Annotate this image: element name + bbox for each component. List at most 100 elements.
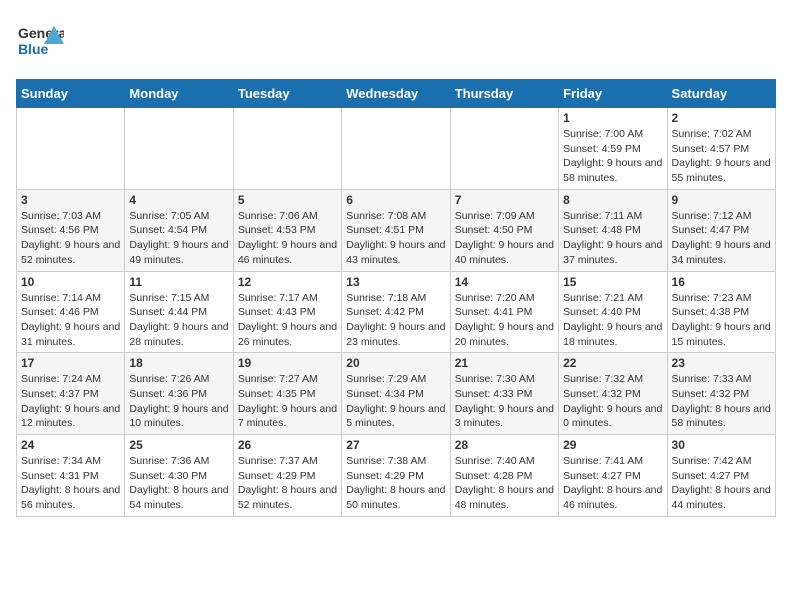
day-info: Sunrise: 7:29 AMSunset: 4:34 PMDaylight:… [346, 372, 445, 431]
day-number: 25 [129, 438, 228, 452]
svg-text:Blue: Blue [18, 41, 49, 57]
day-info: Sunrise: 7:41 AMSunset: 4:27 PMDaylight:… [563, 454, 662, 513]
calendar-cell [342, 108, 450, 190]
day-number: 21 [455, 356, 554, 370]
day-info: Sunrise: 7:03 AMSunset: 4:56 PMDaylight:… [21, 209, 120, 268]
calendar-cell: 22Sunrise: 7:32 AMSunset: 4:32 PMDayligh… [559, 353, 667, 435]
day-info: Sunrise: 7:17 AMSunset: 4:43 PMDaylight:… [238, 291, 337, 350]
calendar-cell: 16Sunrise: 7:23 AMSunset: 4:38 PMDayligh… [667, 271, 775, 353]
calendar-cell: 6 Sunrise: 7:08 AMSunset: 4:51 PMDaylight… [342, 189, 450, 271]
calendar-cell [17, 108, 125, 190]
day-info: Sunrise: 7:20 AMSunset: 4:41 PMDaylight:… [455, 291, 554, 350]
day-number: 6 [346, 193, 445, 207]
calendar-cell: 28 Sunrise: 7:40 AMSunset: 4:28 PMDayligh… [450, 435, 558, 517]
day-info: Sunrise: 7:18 AMSunset: 4:42 PMDaylight:… [346, 291, 445, 350]
day-number: 5 [238, 193, 337, 207]
day-info: Sunrise: 7:14 AMSunset: 4:46 PMDaylight:… [21, 291, 120, 350]
calendar-cell: 1 Sunrise: 7:00 AMSunset: 4:59 PMDaylight… [559, 108, 667, 190]
weekday-header-wednesday: Wednesday [342, 80, 450, 108]
calendar-cell: 10Sunrise: 7:14 AMSunset: 4:46 PMDayligh… [17, 271, 125, 353]
calendar-cell: 23 Sunrise: 7:33 AMSunset: 4:32 PMDayligh… [667, 353, 775, 435]
day-number: 30 [672, 438, 771, 452]
calendar-cell: 3Sunrise: 7:03 AMSunset: 4:56 PMDaylight… [17, 189, 125, 271]
weekday-header-monday: Monday [125, 80, 233, 108]
calendar-week-2: 3Sunrise: 7:03 AMSunset: 4:56 PMDaylight… [17, 189, 776, 271]
day-number: 8 [563, 193, 662, 207]
logo-icon: General Blue [16, 16, 64, 64]
calendar-cell: 14 Sunrise: 7:20 AMSunset: 4:41 PMDayligh… [450, 271, 558, 353]
day-info: Sunrise: 7:02 AMSunset: 4:57 PMDaylight:… [672, 127, 771, 186]
day-info: Sunrise: 7:08 AMSunset: 4:51 PMDaylight:… [346, 209, 445, 268]
weekday-header-thursday: Thursday [450, 80, 558, 108]
day-number: 7 [455, 193, 554, 207]
calendar-cell: 15 Sunrise: 7:21 AMSunset: 4:40 PMDayligh… [559, 271, 667, 353]
day-number: 29 [563, 438, 662, 452]
calendar-table: SundayMondayTuesdayWednesdayThursdayFrid… [16, 79, 776, 517]
day-info: Sunrise: 7:42 AMSunset: 4:27 PMDaylight:… [672, 454, 771, 513]
calendar-week-5: 24 Sunrise: 7:34 AMSunset: 4:31 PMDayligh… [17, 435, 776, 517]
day-info: Sunrise: 7:23 AMSunset: 4:38 PMDaylight:… [672, 291, 771, 350]
calendar-cell: 19 Sunrise: 7:27 AMSunset: 4:35 PMDayligh… [233, 353, 341, 435]
day-info: Sunrise: 7:36 AMSunset: 4:30 PMDaylight:… [129, 454, 228, 513]
calendar-body: 1 Sunrise: 7:00 AMSunset: 4:59 PMDaylight… [17, 108, 776, 517]
calendar-cell [450, 108, 558, 190]
calendar-cell [233, 108, 341, 190]
day-info: Sunrise: 7:12 AMSunset: 4:47 PMDaylight:… [672, 209, 771, 268]
day-number: 9 [672, 193, 771, 207]
weekday-header-friday: Friday [559, 80, 667, 108]
day-number: 4 [129, 193, 228, 207]
calendar-cell: 2Sunrise: 7:02 AMSunset: 4:57 PMDaylight… [667, 108, 775, 190]
day-info: Sunrise: 7:15 AMSunset: 4:44 PMDaylight:… [129, 291, 228, 350]
calendar-cell: 20 Sunrise: 7:29 AMSunset: 4:34 PMDayligh… [342, 353, 450, 435]
day-number: 20 [346, 356, 445, 370]
day-info: Sunrise: 7:33 AMSunset: 4:32 PMDaylight:… [672, 372, 771, 431]
calendar-week-1: 1 Sunrise: 7:00 AMSunset: 4:59 PMDaylight… [17, 108, 776, 190]
weekday-header-sunday: Sunday [17, 80, 125, 108]
calendar-cell: 13 Sunrise: 7:18 AMSunset: 4:42 PMDayligh… [342, 271, 450, 353]
calendar-cell: 30 Sunrise: 7:42 AMSunset: 4:27 PMDayligh… [667, 435, 775, 517]
day-info: Sunrise: 7:21 AMSunset: 4:40 PMDaylight:… [563, 291, 662, 350]
day-number: 19 [238, 356, 337, 370]
day-info: Sunrise: 7:00 AMSunset: 4:59 PMDaylight:… [563, 127, 662, 186]
weekday-header-tuesday: Tuesday [233, 80, 341, 108]
calendar-cell: 11 Sunrise: 7:15 AMSunset: 4:44 PMDayligh… [125, 271, 233, 353]
day-info: Sunrise: 7:37 AMSunset: 4:29 PMDaylight:… [238, 454, 337, 513]
day-number: 12 [238, 275, 337, 289]
weekday-header-row: SundayMondayTuesdayWednesdayThursdayFrid… [17, 80, 776, 108]
day-info: Sunrise: 7:27 AMSunset: 4:35 PMDaylight:… [238, 372, 337, 431]
calendar-cell: 8Sunrise: 7:11 AMSunset: 4:48 PMDaylight… [559, 189, 667, 271]
calendar-cell: 21 Sunrise: 7:30 AMSunset: 4:33 PMDayligh… [450, 353, 558, 435]
day-number: 13 [346, 275, 445, 289]
page-header: General Blue [16, 16, 776, 69]
calendar-cell: 17 Sunrise: 7:24 AMSunset: 4:37 PMDayligh… [17, 353, 125, 435]
day-info: Sunrise: 7:26 AMSunset: 4:36 PMDaylight:… [129, 372, 228, 431]
calendar-cell: 9 Sunrise: 7:12 AMSunset: 4:47 PMDaylight… [667, 189, 775, 271]
day-info: Sunrise: 7:34 AMSunset: 4:31 PMDaylight:… [21, 454, 120, 513]
day-number: 27 [346, 438, 445, 452]
day-info: Sunrise: 7:06 AMSunset: 4:53 PMDaylight:… [238, 209, 337, 268]
day-info: Sunrise: 7:09 AMSunset: 4:50 PMDaylight:… [455, 209, 554, 268]
day-number: 14 [455, 275, 554, 289]
day-number: 15 [563, 275, 662, 289]
calendar-cell: 25 Sunrise: 7:36 AMSunset: 4:30 PMDayligh… [125, 435, 233, 517]
day-number: 23 [672, 356, 771, 370]
day-number: 24 [21, 438, 120, 452]
calendar-cell: 7 Sunrise: 7:09 AMSunset: 4:50 PMDaylight… [450, 189, 558, 271]
day-info: Sunrise: 7:40 AMSunset: 4:28 PMDaylight:… [455, 454, 554, 513]
day-number: 26 [238, 438, 337, 452]
day-number: 17 [21, 356, 120, 370]
weekday-header-saturday: Saturday [667, 80, 775, 108]
day-info: Sunrise: 7:24 AMSunset: 4:37 PMDaylight:… [21, 372, 120, 431]
day-info: Sunrise: 7:30 AMSunset: 4:33 PMDaylight:… [455, 372, 554, 431]
day-info: Sunrise: 7:38 AMSunset: 4:29 PMDaylight:… [346, 454, 445, 513]
calendar-cell: 18 Sunrise: 7:26 AMSunset: 4:36 PMDayligh… [125, 353, 233, 435]
calendar-cell: 4 Sunrise: 7:05 AMSunset: 4:54 PMDaylight… [125, 189, 233, 271]
day-number: 18 [129, 356, 228, 370]
calendar-cell [125, 108, 233, 190]
calendar-week-3: 10Sunrise: 7:14 AMSunset: 4:46 PMDayligh… [17, 271, 776, 353]
day-info: Sunrise: 7:05 AMSunset: 4:54 PMDaylight:… [129, 209, 228, 268]
calendar-cell: 12 Sunrise: 7:17 AMSunset: 4:43 PMDayligh… [233, 271, 341, 353]
day-number: 28 [455, 438, 554, 452]
day-number: 1 [563, 111, 662, 125]
day-number: 11 [129, 275, 228, 289]
